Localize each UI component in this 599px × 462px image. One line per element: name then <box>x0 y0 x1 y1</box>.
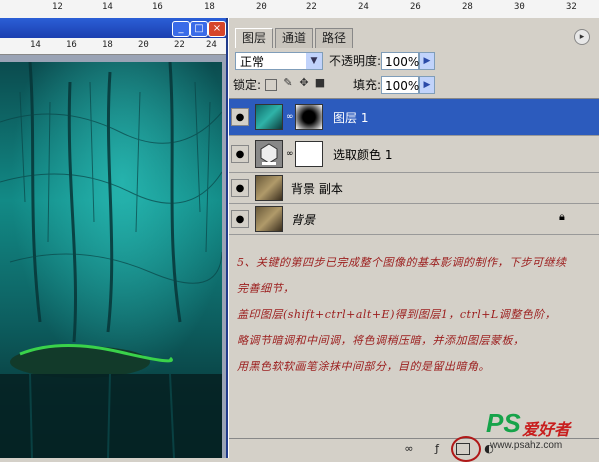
blend-mode-select[interactable]: 正常 ▼ <box>235 52 323 70</box>
ruler-label: 24 <box>206 40 217 50</box>
layer-mask-thumbnail[interactable] <box>295 104 323 130</box>
chain-link-icon[interactable]: ∞ <box>286 112 294 122</box>
blend-mode-value: 正常 <box>240 55 265 69</box>
close-button[interactable]: × <box>208 21 226 37</box>
eye-icon[interactable]: ● <box>231 108 249 126</box>
tutorial-line: 完善细节， <box>237 282 295 295</box>
ruler-label: 28 <box>462 2 473 12</box>
chevron-down-icon: ▼ <box>306 53 322 69</box>
watermark-ps: PS <box>486 408 521 438</box>
layer-thumbnail <box>255 206 283 232</box>
ruler-label: 22 <box>174 40 185 50</box>
ruler-label: 20 <box>138 40 149 50</box>
layer-name[interactable]: 背景 <box>291 211 315 228</box>
opacity-label: 不透明度: <box>329 54 382 68</box>
highlight-circle <box>451 436 481 462</box>
layer-row[interactable]: ● 背景 副本 <box>229 173 599 204</box>
opacity-input[interactable]: 100% <box>381 52 419 70</box>
chain-link-icon[interactable]: ∞ <box>286 149 294 159</box>
lock-label: 锁定: <box>233 78 262 92</box>
ruler-label: 30 <box>514 2 525 12</box>
tutorial-line: 5、关键的第四步已完成整个图像的基本影调的制作，下步可继续 <box>237 256 567 269</box>
swamp-photo <box>0 62 222 458</box>
ruler-label: 24 <box>358 2 369 12</box>
eye-icon[interactable]: ● <box>231 145 249 163</box>
ruler-label: 18 <box>102 40 113 50</box>
adjustment-layer-icon <box>255 140 283 168</box>
fill-input[interactable]: 100% <box>381 76 419 94</box>
selective-color-icon <box>256 141 282 167</box>
watermark-logo: PS 爱好者 www.psahz.com <box>484 408 596 456</box>
tab-layers[interactable]: 图层 <box>235 28 274 48</box>
opacity-slider-button[interactable]: ▶ <box>419 52 435 70</box>
lock-icon: 🔒︎ <box>559 210 565 223</box>
document-titlebar[interactable]: _ □ × <box>0 18 226 38</box>
layer-thumbnail <box>255 175 283 201</box>
tutorial-text: 5、关键的第四步已完成整个图像的基本影调的制作，下步可继续 完善细节， 盖印图层… <box>229 254 599 434</box>
eye-icon[interactable]: ● <box>231 179 249 197</box>
ruler-label: 18 <box>204 2 215 12</box>
layer-name[interactable]: 背景 副本 <box>291 180 343 197</box>
layer-name[interactable]: 选取颜色 1 <box>333 146 392 163</box>
layers-palette: 图层 通道 路径 ▸ 正常 ▼ 不透明度: 100% ▶ 锁定: ✎ ✥ ■ 填… <box>228 18 599 462</box>
top-ruler: 12 14 16 18 20 22 24 26 28 30 32 <box>0 0 599 19</box>
lock-fill-row: 锁定: ✎ ✥ ■ 填充: 100% ▶ <box>229 74 599 96</box>
tab-paths[interactable]: 路径 <box>315 28 354 48</box>
layer-name[interactable]: 图层 1 <box>333 109 368 126</box>
ruler-label: 16 <box>66 40 77 50</box>
fill-slider-button[interactable]: ▶ <box>419 76 435 94</box>
tutorial-line: 用黑色软软画笔涂抹中间部分，目的是留出暗角。 <box>237 360 490 373</box>
eye-icon[interactable]: ● <box>231 210 249 228</box>
tab-channels[interactable]: 通道 <box>275 28 314 48</box>
layer-row[interactable]: ● 背景 🔒︎ <box>229 204 599 235</box>
document-window: _ □ × 14 16 18 20 22 24 <box>0 18 228 458</box>
ruler-label: 22 <box>306 2 317 12</box>
layer-row[interactable]: ● ∞ 选取颜色 1 <box>229 136 599 173</box>
layer-mask-thumbnail[interactable] <box>295 141 323 167</box>
ruler-label: 14 <box>30 40 41 50</box>
ruler-label: 26 <box>410 2 421 12</box>
watermark-url: www.psahz.com <box>490 440 563 451</box>
minimize-button[interactable]: _ <box>172 21 190 37</box>
layer-style-icon[interactable]: ƒ <box>429 441 445 457</box>
watermark-text: 爱好者 <box>522 420 571 439</box>
lock-brush-icon[interactable]: ✎ <box>281 76 295 90</box>
image-canvas[interactable] <box>0 62 222 458</box>
ruler-label: 20 <box>256 2 267 12</box>
link-layers-icon[interactable]: ∞ <box>401 441 417 457</box>
lock-move-icon[interactable]: ✥ <box>297 76 311 90</box>
maximize-button[interactable]: □ <box>190 21 208 37</box>
tutorial-line: 略调节暗调和中间调，将色调稍压暗，并添加图层蒙板， <box>237 334 525 347</box>
document-ruler: 14 16 18 20 22 24 <box>0 38 226 55</box>
ruler-label: 32 <box>566 2 577 12</box>
tutorial-line: 盖印图层(shift+ctrl+alt+E)得到图层1，ctrl+L调整色阶， <box>237 308 557 321</box>
ruler-label: 12 <box>52 2 63 12</box>
layer-thumbnail <box>255 104 283 130</box>
blend-opacity-row: 正常 ▼ 不透明度: 100% ▶ <box>229 50 599 72</box>
layer-row[interactable]: ● ∞ 图层 1 <box>229 99 599 136</box>
lock-all-icon[interactable]: ■ <box>313 76 327 90</box>
ruler-label: 16 <box>152 2 163 12</box>
fill-label: 填充: <box>353 78 382 92</box>
palette-tabs: 图层 通道 路径 ▸ <box>229 28 599 48</box>
lock-transparency-icon[interactable] <box>265 79 277 91</box>
ruler-label: 14 <box>102 2 113 12</box>
palette-menu-icon[interactable]: ▸ <box>574 29 590 45</box>
